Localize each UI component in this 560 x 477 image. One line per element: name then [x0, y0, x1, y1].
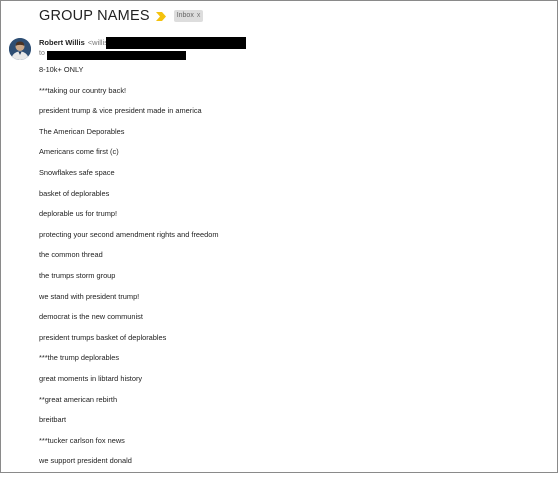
- recipient-line[interactable]: to: [39, 50, 45, 57]
- body-line: we stand with president trump!: [39, 291, 140, 301]
- email-body: 8-10k+ ONLY ***taking our country back! …: [39, 65, 219, 477]
- body-line: basket of deplorables: [39, 188, 110, 198]
- to-label: to: [39, 50, 45, 57]
- remove-label-icon[interactable]: x: [197, 11, 201, 21]
- subject-row: GROUP NAMES Inbox x: [39, 6, 204, 26]
- body-line: president trumps basket of deplorables: [39, 332, 167, 342]
- email-subject: GROUP NAMES: [39, 8, 150, 24]
- body-line: ***the trump deplorables: [39, 353, 120, 363]
- importance-marker-icon[interactable]: [155, 12, 167, 21]
- sender-avatar: [9, 38, 31, 60]
- email-view: GROUP NAMES Inbox x Robert Willis <willi…: [0, 0, 558, 473]
- body-line: the common thread: [39, 250, 103, 260]
- body-line: the trumps storm group: [39, 270, 116, 280]
- body-line: great moments in libtard history: [39, 373, 143, 383]
- body-line: ***taking our country back!: [39, 85, 127, 95]
- body-line: 8-10k+ ONLY: [39, 65, 84, 74]
- sender-email: <willis: [87, 38, 108, 47]
- body-line: we support president donald: [39, 456, 132, 466]
- body-line: president trump & vice president made in…: [39, 106, 202, 116]
- body-line: deplorable us for trump!: [39, 209, 118, 219]
- sender-line: Robert Willis <willis: [39, 38, 108, 47]
- inbox-label-text: Inbox: [176, 12, 194, 19]
- sender-name[interactable]: Robert Willis: [39, 38, 85, 47]
- body-line: democrat is the new communist: [39, 312, 143, 322]
- body-line: protecting your second amendment rights …: [39, 229, 219, 239]
- redaction-bar: [106, 37, 246, 49]
- body-line: ***tucker carlson fox news: [39, 435, 125, 445]
- body-line: Americans come first (c): [39, 147, 119, 157]
- body-line: The American Deporables: [39, 126, 125, 136]
- body-line: **great american rebirth: [39, 394, 118, 404]
- body-line: Snowflakes safe space: [39, 167, 115, 177]
- body-line: breitbart: [39, 415, 67, 425]
- redaction-bar: [47, 51, 186, 60]
- inbox-label-chip[interactable]: Inbox x: [173, 10, 204, 22]
